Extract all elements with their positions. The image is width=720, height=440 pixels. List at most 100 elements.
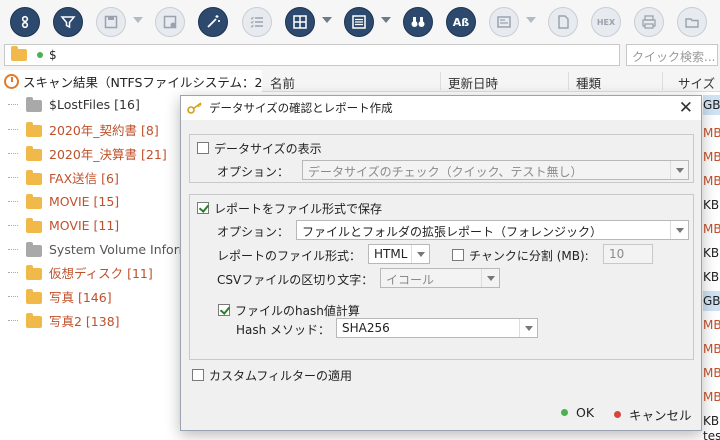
wizard-wand-icon[interactable]	[198, 7, 228, 37]
hash-method-select[interactable]: SHA256	[336, 318, 538, 338]
column-modified[interactable]: 更新日時	[448, 73, 498, 92]
report-save-group: レポートをファイル形式で保存 オプション： ファイルとフォルダの拡張レポート（フ…	[189, 194, 694, 360]
folder-icon	[26, 217, 42, 233]
view-dropdown-icon[interactable]	[322, 17, 332, 23]
format-select[interactable]: HTML	[368, 244, 430, 264]
recover-file-icon[interactable]	[155, 7, 185, 37]
preview-dropdown-icon[interactable]	[526, 17, 536, 23]
size-display-label: データサイズの表示	[214, 142, 322, 156]
tree-item[interactable]: System Volume Informa	[8, 239, 198, 259]
hash-checkbox[interactable]	[218, 304, 230, 316]
chevron-down-icon	[519, 319, 537, 337]
size-option-select[interactable]: データサイズのチェック（クイック、テスト無し）	[302, 160, 689, 180]
size-cell: KB	[703, 198, 720, 212]
report-option-label: オプション：	[217, 225, 290, 239]
scan-icon[interactable]	[10, 7, 40, 37]
tree-item[interactable]: 仮想ディスク [11]	[8, 262, 153, 282]
folder-icon	[26, 121, 42, 137]
tree-root[interactable]: スキャン結果（NTFSファイルシステム：2	[4, 72, 262, 91]
cancel-dot-icon	[614, 411, 621, 418]
font-encoding-icon[interactable]: Aß	[446, 7, 476, 37]
hash-method-label: Hash メソッド：	[236, 323, 331, 337]
size-cell: GB	[703, 291, 720, 311]
file-list-header: 名前 更新日時 種類 サイズ	[262, 70, 720, 92]
chunk-size-input[interactable]: 10	[603, 244, 653, 264]
path-bar[interactable]: $	[4, 44, 620, 66]
column-type[interactable]: 種類	[576, 73, 601, 92]
size-cell: MB	[703, 126, 720, 140]
size-cell: MB	[703, 318, 720, 332]
tree-item[interactable]: $LostFiles [16]	[8, 94, 140, 114]
close-icon[interactable]: ✕	[679, 98, 693, 118]
csv-separator-select[interactable]: イコール	[380, 268, 500, 288]
size-cell: KB	[703, 270, 720, 284]
quick-search-input[interactable]: クイック検索...	[626, 44, 718, 66]
save-dropdown-icon[interactable]	[133, 17, 143, 23]
folder-icon	[11, 46, 27, 61]
hex-icon[interactable]: HEX	[591, 7, 621, 37]
cancel-button[interactable]: キャンセル	[614, 405, 692, 424]
tree-item[interactable]: 2020年_決算書 [21]	[8, 143, 167, 163]
status-dot-icon	[37, 52, 43, 58]
folder-icon	[26, 96, 42, 112]
ok-button[interactable]: OK	[561, 405, 594, 420]
column-name[interactable]: 名前	[270, 73, 295, 92]
tree-item[interactable]: 写真2 [138]	[8, 310, 120, 330]
tree-item[interactable]: FAX送信 [6]	[8, 167, 119, 187]
column-size[interactable]: サイズ	[678, 73, 715, 92]
tree-item[interactable]: 2020年_契約書 [8]	[8, 119, 159, 139]
tree-item[interactable]: MOVIE [15]	[8, 191, 119, 211]
view-grid-icon[interactable]	[285, 7, 315, 37]
size-cell: MB	[703, 342, 720, 356]
binoculars-icon[interactable]	[403, 7, 433, 37]
main-toolbar: Aß HEX	[0, 0, 720, 44]
dialog-title: データサイズの確認とレポート作成	[209, 101, 393, 115]
page-icon[interactable]	[548, 7, 578, 37]
size-cell: MB	[703, 390, 720, 404]
dialog-titlebar: データサイズの確認とレポート作成 ✕	[181, 96, 701, 120]
chevron-down-icon	[670, 161, 688, 179]
custom-filter-checkbox[interactable]	[192, 369, 204, 381]
size-cell: KB	[703, 414, 720, 428]
checklist-icon[interactable]	[242, 7, 272, 37]
tree-item[interactable]: MOVIE [11]	[8, 215, 119, 235]
folder-icon	[26, 145, 42, 161]
chevron-down-icon	[670, 221, 688, 239]
print-icon[interactable]	[634, 7, 664, 37]
save-report-checkbox[interactable]	[197, 202, 209, 214]
custom-filter-label: カスタムフィルターの適用	[209, 369, 353, 383]
preview-icon[interactable]	[489, 7, 519, 37]
size-cell: MB	[703, 174, 720, 188]
path-text: $	[49, 48, 57, 62]
filter-icon[interactable]	[53, 7, 83, 37]
ok-dot-icon	[561, 409, 568, 416]
chevron-down-icon	[411, 245, 429, 263]
list-view-icon[interactable]	[344, 7, 374, 37]
format-label: レポートのファイル形式：	[217, 249, 362, 263]
tree-item[interactable]: 写真 [146]	[8, 286, 112, 306]
chunk-checkbox[interactable]	[452, 249, 464, 261]
scan-result-icon	[4, 74, 19, 89]
option-label: オプション：	[217, 165, 290, 179]
save-icon[interactable]	[96, 7, 126, 37]
folder-icon	[26, 169, 42, 185]
list-dropdown-icon[interactable]	[381, 17, 391, 23]
folder-icon	[26, 288, 42, 304]
chunk-label: チャンクに分割 (MB):	[469, 249, 589, 263]
key-icon	[187, 102, 202, 114]
chevron-down-icon	[481, 269, 499, 287]
report-dialog: データサイズの確認とレポート作成 ✕ データサイズの表示 オプション： データサ…	[180, 95, 702, 431]
size-cell: KB	[703, 246, 720, 260]
folder-icon	[26, 193, 42, 209]
folder-clipboard-icon[interactable]	[677, 7, 707, 37]
save-report-label: レポートをファイル形式で保存	[214, 202, 383, 216]
hash-label: ファイルのhash値計算	[235, 304, 360, 318]
size-cell: MB	[703, 366, 720, 380]
size-cell: MB	[703, 150, 720, 164]
size-cell: GB	[703, 95, 720, 115]
folder-icon	[26, 241, 42, 257]
folder-icon	[26, 264, 42, 280]
size-display-checkbox[interactable]	[197, 142, 209, 154]
report-option-select[interactable]: ファイルとフォルダの拡張レポート（フォレンジック）	[296, 220, 689, 240]
tree-root-label: スキャン結果（NTFSファイルシステム：2	[23, 75, 263, 90]
